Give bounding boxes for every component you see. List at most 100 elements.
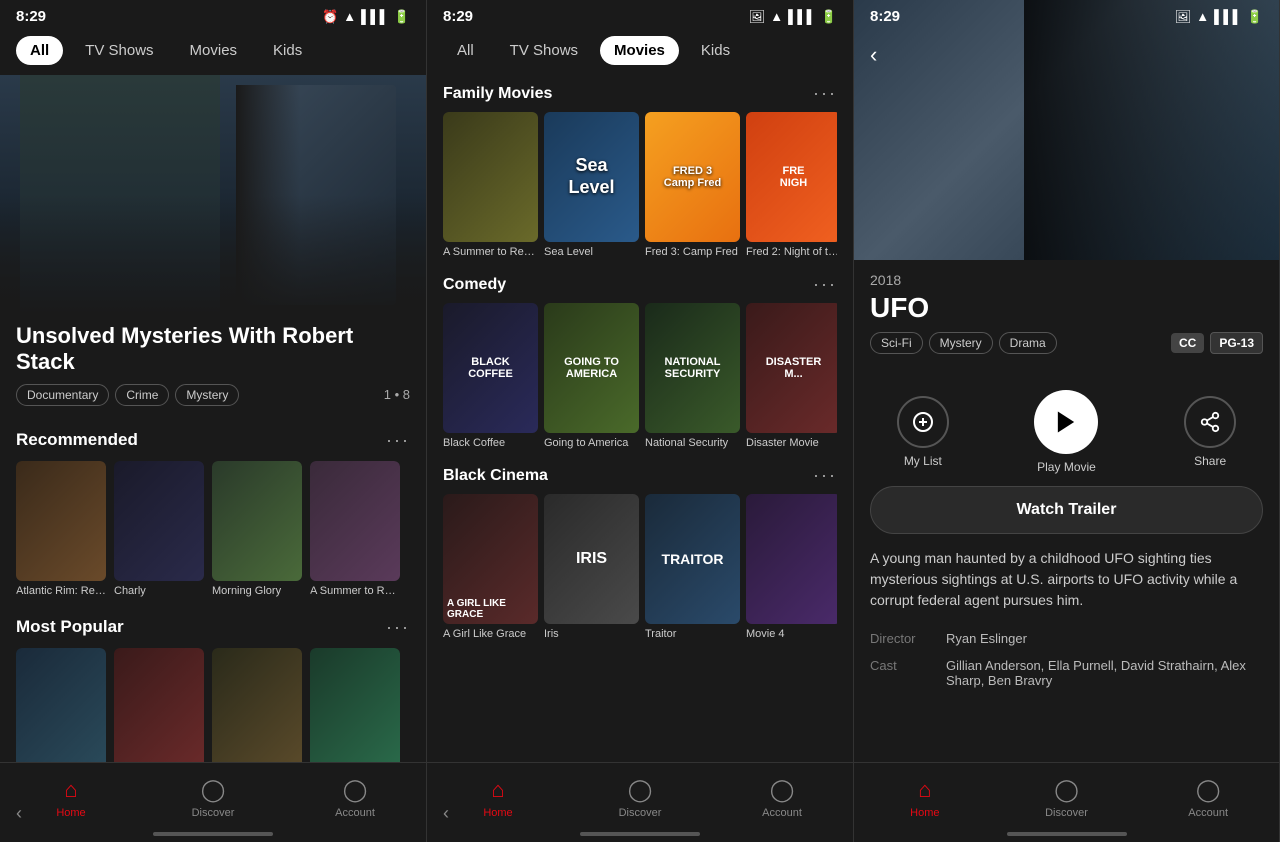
signal-icon-2: ▌▌▌: [788, 9, 816, 24]
discover-label-2: Discover: [619, 807, 662, 819]
black-cinema-header: Black Cinema ···: [443, 465, 837, 486]
comedy-row: BLACKCOFFEE Black Coffee GOING TOAMERICA…: [443, 303, 837, 449]
discover-icon-2: ◯: [628, 777, 653, 803]
phone-screen-1: 8:29 ⏰ ▲ ▌▌▌ 🔋 All TV Shows Movies Kids …: [0, 0, 427, 842]
account-icon-3: ◯: [1196, 777, 1221, 803]
list-item[interactable]: A Summer to Remember: [310, 461, 400, 597]
discover-icon-3: ◯: [1054, 777, 1079, 803]
detail-hero-image: ‹: [854, 0, 1279, 260]
cast-val: Gillian Anderson, Ella Purnell, David St…: [946, 658, 1263, 688]
home-label-2: Home: [483, 807, 512, 819]
nav-discover-2[interactable]: ◯ Discover: [569, 777, 711, 829]
watch-trailer-button[interactable]: Watch Trailer: [870, 486, 1263, 534]
bc-label-1: Iris: [544, 628, 639, 640]
hero-tags-1: Documentary Crime Mystery 1 • 8: [16, 384, 410, 406]
play-button-circle[interactable]: [1034, 390, 1098, 454]
home-label-3: Home: [910, 807, 939, 819]
tab-all-1[interactable]: All: [16, 36, 63, 65]
list-item[interactable]: A Summer to Remember: [443, 112, 538, 258]
family-label-0: A Summer to Remember: [443, 246, 538, 258]
detail-info: 2018 UFO Sci-Fi Mystery Drama CC PG-13: [854, 260, 1279, 378]
recommended-title: Recommended: [16, 430, 138, 450]
list-item[interactable]: IRIS Iris: [544, 494, 639, 640]
list-item[interactable]: Charly: [114, 461, 204, 597]
tab-kids-2[interactable]: Kids: [687, 36, 744, 65]
list-item[interactable]: A GIRL LIKE GRACE A Girl Like Grace: [443, 494, 538, 640]
list-item[interactable]: GOING TOAMERICA Going to America: [544, 303, 639, 449]
nav-account-2[interactable]: ◯ Account: [711, 777, 853, 829]
list-item[interactable]: FRENIGH Fred 2: Night of the Living Fred: [746, 112, 837, 258]
phone-screen-3: 8:29 🖼 ▲ ▌▌▌ 🔋 ‹ 2018 UFO Sci-Fi Mystery…: [854, 0, 1280, 842]
list-item[interactable]: NATIONALSECURITY National Security: [645, 303, 740, 449]
list-item[interactable]: Atlantic Rim: Resurrection: [16, 461, 106, 597]
hero-title-1: Unsolved Mysteries With Robert Stack: [16, 323, 410, 376]
my-list-action[interactable]: My List: [897, 396, 949, 468]
account-label-3: Account: [1188, 807, 1228, 819]
comedy-label-0: Black Coffee: [443, 437, 538, 449]
family-label-2: Fred 3: Camp Fred: [645, 246, 740, 258]
popular-thumb-1: [114, 648, 204, 768]
list-item[interactable]: TRAITOR Traitor: [645, 494, 740, 640]
thumb-label-0: Atlantic Rim: Resurrection: [16, 585, 106, 597]
thumb-label-2: Morning Glory: [212, 585, 302, 597]
share-action[interactable]: Share: [1184, 396, 1236, 468]
tag-drama: Drama: [999, 332, 1057, 354]
tab-kids-1[interactable]: Kids: [259, 36, 316, 65]
comedy-thumb-3: DISASTERM...: [746, 303, 837, 433]
tab-tvshows-1[interactable]: TV Shows: [71, 36, 167, 65]
nav-discover-1[interactable]: ◯ Discover: [142, 777, 284, 829]
list-item[interactable]: BLACKCOFFEE Black Coffee: [443, 303, 538, 449]
list-item[interactable]: Morning Glory: [212, 461, 302, 597]
bc-label-3: Movie 4: [746, 628, 837, 640]
tab-movies-1[interactable]: Movies: [176, 36, 252, 65]
family-movies-more-btn[interactable]: ···: [813, 83, 837, 104]
most-popular-more-btn[interactable]: ···: [386, 617, 410, 638]
bc-thumb-1: IRIS: [544, 494, 639, 624]
black-cinema-more-btn[interactable]: ···: [813, 465, 837, 486]
play-movie-label: Play Movie: [1037, 460, 1096, 474]
play-movie-action[interactable]: Play Movie: [1034, 390, 1098, 474]
tag-mystery: Mystery: [175, 384, 239, 406]
hero-banner-1: [0, 75, 426, 315]
tab-all-2[interactable]: All: [443, 36, 488, 65]
nav-discover-3[interactable]: ◯ Discover: [996, 777, 1138, 829]
back-arrow-1[interactable]: ‹: [16, 803, 22, 824]
tag-scifi: Sci-Fi: [870, 332, 923, 354]
episode-count: 1 • 8: [384, 387, 410, 402]
add-list-icon: [897, 396, 949, 448]
family-movies-section: Family Movies ··· A Summer to Remember S…: [427, 75, 853, 266]
nav-home-3[interactable]: ⌂ Home: [854, 777, 996, 829]
family-thumb-0: [443, 112, 538, 242]
list-item[interactable]: SeaLevel Sea Level: [544, 112, 639, 258]
tab-movies-2[interactable]: Movies: [600, 36, 679, 65]
nav-account-1[interactable]: ◯ Account: [284, 777, 426, 829]
list-item[interactable]: Movie 4: [746, 494, 837, 640]
movie-description: A young man haunted by a childhood UFO s…: [854, 534, 1279, 625]
recommended-more-btn[interactable]: ···: [386, 430, 410, 451]
cast-row: Cast Gillian Anderson, Ella Purnell, Dav…: [854, 652, 1279, 694]
tab-tvshows-2[interactable]: TV Shows: [496, 36, 592, 65]
account-icon-1: ◯: [343, 777, 368, 803]
phone-screen-2: 8:29 🖼 ▲ ▌▌▌ 🔋 All TV Shows Movies Kids …: [427, 0, 854, 842]
list-item[interactable]: FRED 3Camp Fred Fred 3: Camp Fred: [645, 112, 740, 258]
back-arrow-2[interactable]: ‹: [443, 803, 449, 824]
home-indicator-1: [153, 832, 273, 836]
bottom-nav-2: ⌂ Home ◯ Discover ◯ Account: [427, 762, 853, 842]
comedy-more-btn[interactable]: ···: [813, 274, 837, 295]
hero-gradient-overlay: [0, 195, 426, 315]
time-1: 8:29: [16, 8, 46, 25]
signal-icon-3: ▌▌▌: [1214, 9, 1242, 24]
most-popular-title: Most Popular: [16, 617, 124, 637]
family-movies-title: Family Movies: [443, 85, 552, 103]
wifi-icon: ▲: [343, 9, 356, 24]
my-list-label: My List: [904, 454, 942, 468]
nav-account-3[interactable]: ◯ Account: [1137, 777, 1279, 829]
list-item[interactable]: DISASTERM... Disaster Movie: [746, 303, 837, 449]
bc-label-2: Traitor: [645, 628, 740, 640]
detail-tags: Sci-Fi Mystery Drama CC PG-13: [870, 332, 1263, 354]
home-icon-2: ⌂: [491, 777, 504, 803]
back-button-detail[interactable]: ‹: [870, 42, 877, 68]
battery-icon-3: 🔋: [1247, 9, 1263, 25]
home-icon-3: ⌂: [918, 777, 931, 803]
bc-label-0: A Girl Like Grace: [443, 628, 538, 640]
